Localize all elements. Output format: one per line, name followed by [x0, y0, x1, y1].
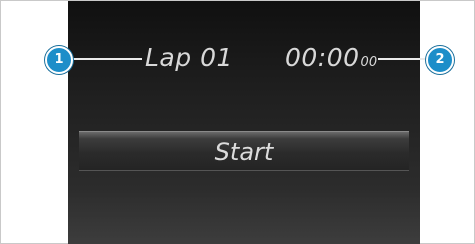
callout-line-1	[62, 58, 142, 60]
start-button-label: Start	[214, 138, 274, 166]
callout-marker-1: 1	[45, 46, 73, 74]
start-button[interactable]: Start	[79, 131, 409, 171]
time-main: 00:00	[285, 43, 360, 72]
lap-time-display: 00:0000	[285, 43, 377, 78]
time-hundredths: 00	[360, 55, 378, 70]
callout-marker-2: 2	[426, 46, 454, 74]
lap-label: Lap 01	[145, 43, 233, 72]
stopwatch-screen: Lap 01 00:0000 Start	[68, 1, 420, 244]
